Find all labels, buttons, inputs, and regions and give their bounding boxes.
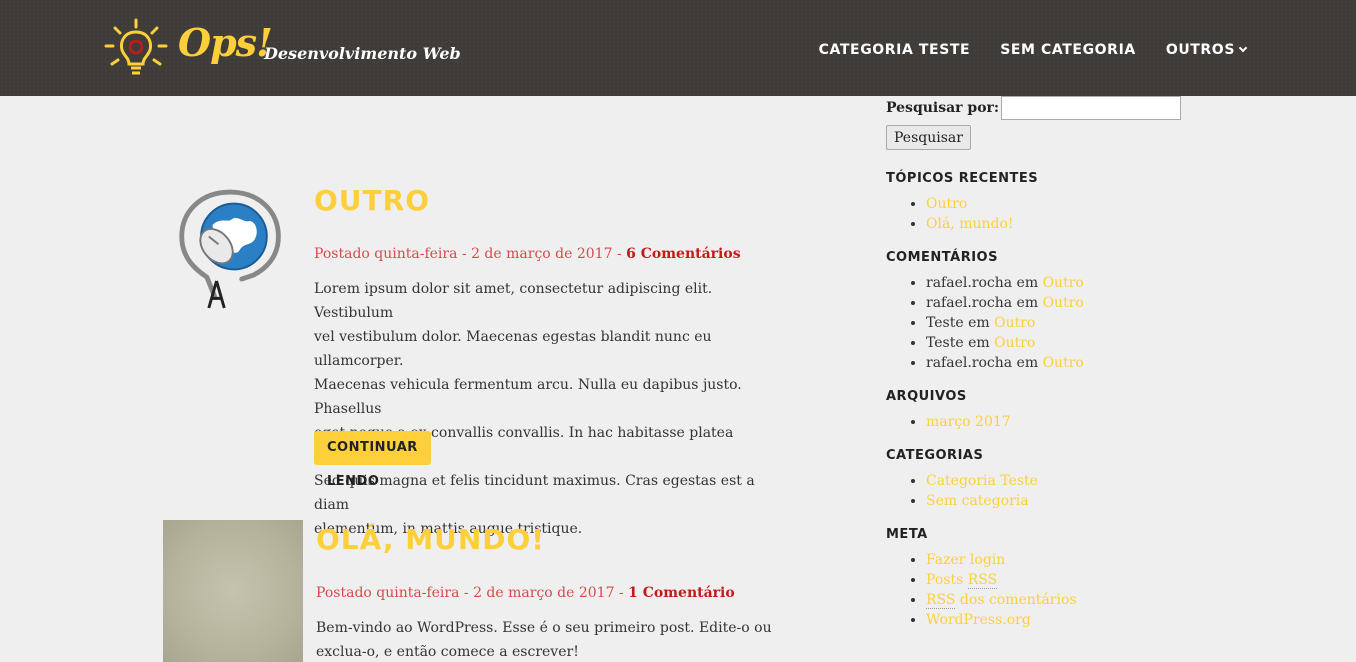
post-date: Postado quinta-feira - 2 de março de 201… [316,585,629,601]
comment-post-link[interactable]: Outro [994,315,1035,331]
comment-sep: em [1012,295,1043,311]
list-item: Posts RSS [926,570,1206,590]
category-link[interactable]: Categoria Teste [926,473,1038,489]
comment-post-link[interactable]: Outro [1043,355,1084,371]
archive-link[interactable]: março 2017 [926,414,1011,430]
recent-post-link[interactable]: Olá, mundo! [926,216,1014,232]
site-logo[interactable]: Ops! Desenvolvimento Web [104,18,461,80]
lightbulb-icon [104,18,168,75]
site-header: Ops! Desenvolvimento Web CATEGORIA TESTE… [0,0,1356,96]
widget-title: COMENTÁRIOS [886,250,998,265]
comments-link[interactable]: 6 Comentários [626,246,740,262]
comments-rss-link[interactable]: RSS dos comentários [926,592,1077,609]
list-item: março 2017 [926,412,1206,432]
widget-title: CATEGORIAS [886,448,984,463]
post-thumbnail[interactable] [163,520,303,662]
post-title[interactable]: OUTRO [314,184,430,217]
logo-subtitle: Desenvolvimento Web [264,44,461,63]
sidebar: Pesquisar por: Pesquisar TÓPICOS RECENTE… [886,96,1206,630]
search-input[interactable] [1001,96,1182,120]
meta-widget: META Fazer login Posts RSS RSS dos comen… [886,527,1206,630]
excerpt-line: Sed quis magna et felis tincidunt maximu… [314,473,755,513]
comment-sep: em [1012,355,1043,371]
post-meta: Postado quinta-feira - 2 de março de 201… [316,585,735,601]
wordpress-link[interactable]: WordPress.org [926,612,1031,628]
comment-author: Teste [926,315,964,331]
excerpt-line: Bem-vindo ao WordPress. Esse é o seu pri… [316,620,772,636]
list-item: rafael.rocha em Outro [926,353,1206,373]
excerpt-line: exclua-o, e então comece a escrever! [316,644,579,660]
list-item: RSS dos comentários [926,590,1206,610]
post-meta: Postado quinta-feira - 2 de março de 201… [314,246,741,262]
comment-author: rafael.rocha [926,355,1013,371]
nav-item-sem-categoria[interactable]: SEM CATEGORIA [1000,42,1136,58]
nav-label: CATEGORIA TESTE [818,42,971,58]
list-item: Olá, mundo! [926,214,1206,234]
search-label: Pesquisar por: [886,100,1000,116]
comments-link[interactable]: 1 Comentário [628,585,735,601]
comment-post-link[interactable]: Outro [994,335,1035,351]
search-form: Pesquisar por: [886,96,1206,120]
recent-comments-widget: COMENTÁRIOS rafael.rocha em Outro rafael… [886,250,1206,373]
categories-widget: CATEGORIAS Categoria Teste Sem categoria [886,448,1206,511]
comment-sep: em [1012,275,1043,291]
list-item: WordPress.org [926,610,1206,630]
comment-author: rafael.rocha [926,275,1013,291]
excerpt-line: Lorem ipsum dolor sit amet, consectetur … [314,281,713,321]
nav-label: OUTROS [1165,42,1235,58]
excerpt-line: vel vestibulum dolor. Maecenas egestas b… [314,329,712,369]
comments-rss-label: dos comentários [955,592,1077,608]
comment-sep: em [963,335,995,351]
category-link[interactable]: Sem categoria [926,493,1029,509]
recent-post-link[interactable]: Outro [926,196,967,212]
list-item: Teste em Outro [926,313,1206,333]
list-item: Categoria Teste [926,471,1206,491]
widget-title: TÓPICOS RECENTES [886,171,1039,186]
chevron-down-icon [1238,43,1248,53]
comment-author: Teste [926,335,964,351]
posts-rss-link[interactable]: Posts RSS [926,572,998,589]
list-item: Fazer login [926,550,1206,570]
rss-abbr: RSS [926,592,956,609]
widget-title: ARQUIVOS [886,389,967,404]
nav-item-outros[interactable]: OUTROS [1165,42,1248,58]
comment-post-link[interactable]: Outro [1043,295,1084,311]
list-item: rafael.rocha em Outro [926,273,1206,293]
widget-title: META [886,527,928,542]
post-title[interactable]: OLÁ, MUNDO! [316,523,545,556]
nav-label: SEM CATEGORIA [1000,42,1136,58]
list-item: Sem categoria [926,491,1206,511]
comment-author: rafael.rocha [926,295,1013,311]
excerpt-line: Maecenas vehicula fermentum arcu. Nulla … [314,377,742,417]
login-link[interactable]: Fazer login [926,552,1005,568]
continue-reading-button[interactable]: CONTINUAR LENDO [314,431,431,489]
search-button[interactable]: Pesquisar [886,125,971,150]
list-item: Teste em Outro [926,333,1206,353]
main-nav: CATEGORIA TESTE SEM CATEGORIA OUTROS [819,42,1248,58]
comment-post-link[interactable]: Outro [1043,275,1084,291]
logo-title: Ops! [178,20,273,65]
list-item: Outro [926,194,1206,214]
recent-posts-widget: TÓPICOS RECENTES Outro Olá, mundo! [886,171,1206,234]
post-date: Postado quinta-feira - 2 de março de 201… [314,246,627,262]
nav-item-categoria-teste[interactable]: CATEGORIA TESTE [819,42,971,58]
post-excerpt: Lorem ipsum dolor sit amet, consectetur … [314,277,794,541]
post-excerpt: Bem-vindo ao WordPress. Esse é o seu pri… [316,616,796,662]
comment-sep: em [963,315,995,331]
posts-rss-label: Posts [926,572,968,588]
rss-abbr: RSS [967,572,998,589]
archives-widget: ARQUIVOS março 2017 [886,389,1206,432]
list-item: rafael.rocha em Outro [926,293,1206,313]
globe-mouse-icon[interactable] [174,186,290,316]
